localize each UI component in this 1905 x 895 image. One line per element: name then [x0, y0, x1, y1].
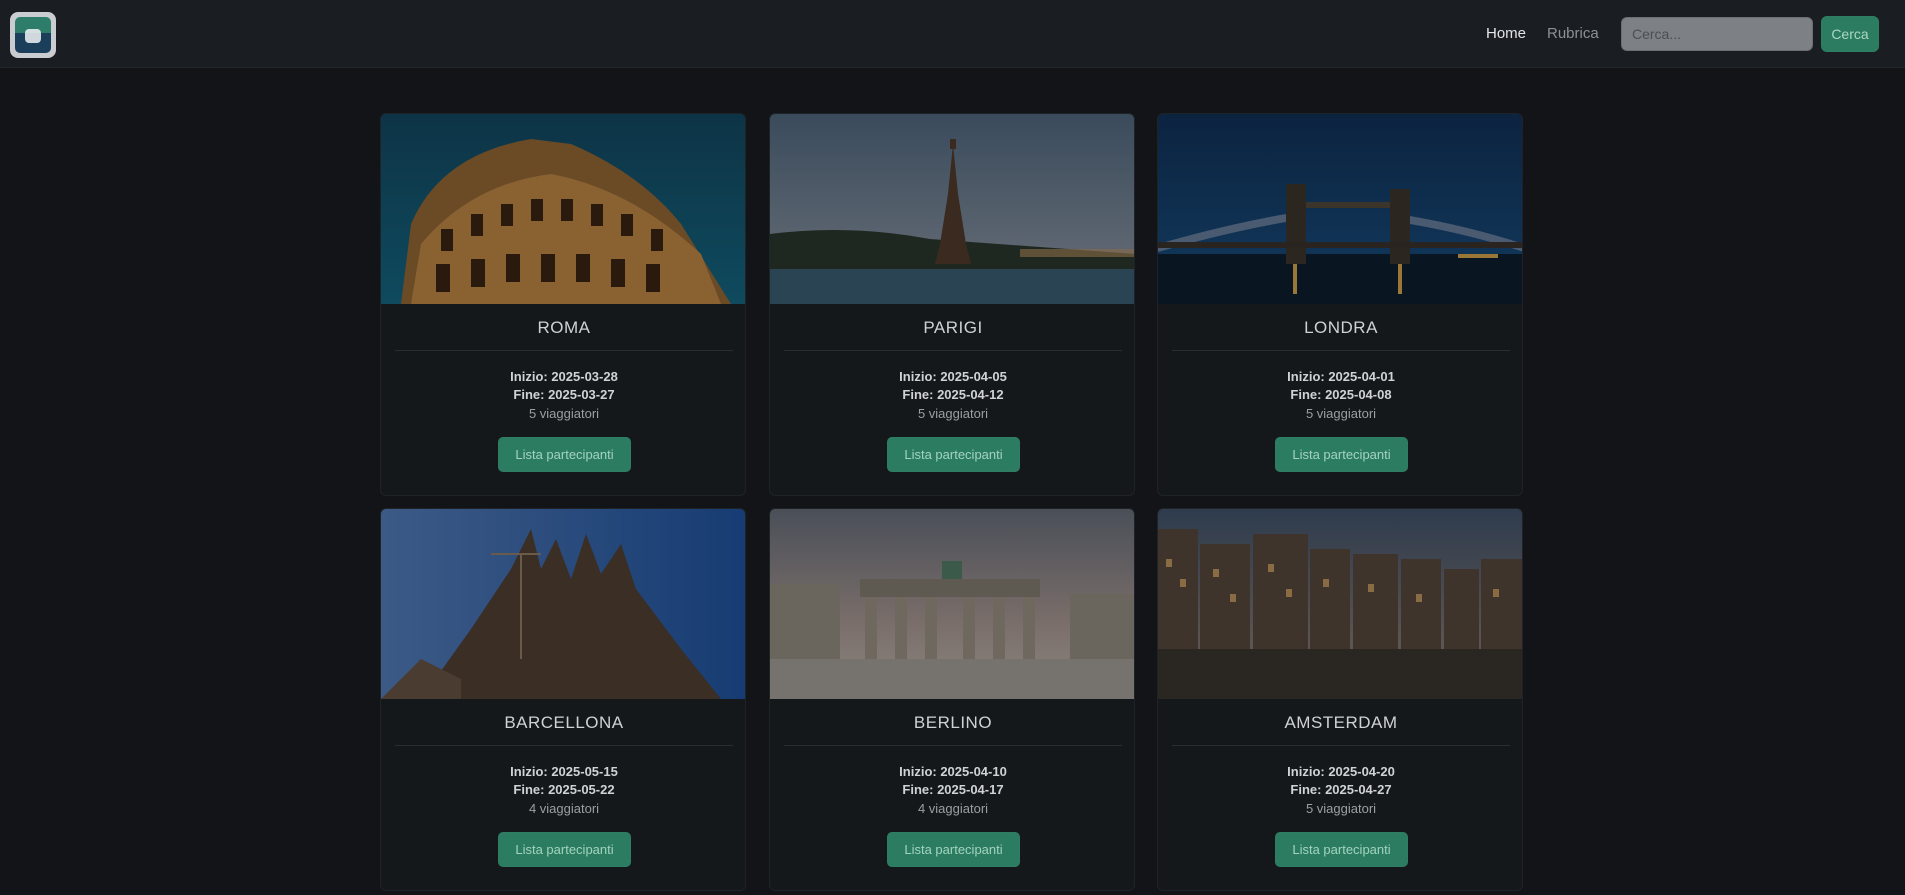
card-end-date: Fine: 2025-04-27 — [1290, 782, 1392, 797]
card-start-date: Inizio: 2025-04-20 — [1287, 764, 1395, 779]
participants-list-button[interactable]: Lista partecipanti — [887, 437, 1020, 472]
card-city-title: AMSTERDAM — [1284, 713, 1398, 732]
participants-list-button[interactable]: Lista partecipanti — [498, 832, 631, 867]
nav-link-rubrica[interactable]: Rubrica — [1547, 25, 1599, 42]
card-divider — [1172, 350, 1510, 351]
trip-card-londra: LONDRA Inizio: 2025-04-01 Fine: 2025-04-… — [1157, 113, 1523, 496]
card-end-date: Fine: 2025-04-17 — [902, 782, 1004, 797]
card-divider — [395, 350, 733, 351]
card-city-title: BARCELLONA — [504, 713, 624, 732]
card-travelers-count: 5 viaggiatori — [528, 406, 600, 421]
sagrada-familia-photo — [381, 509, 745, 699]
card-travelers-count: 5 viaggiatori — [1305, 406, 1377, 421]
colosseum-photo — [381, 114, 745, 304]
trip-card-parigi: PARIGI Inizio: 2025-04-05 Fine: 2025-04-… — [769, 113, 1135, 496]
card-start-date: Inizio: 2025-04-05 — [899, 369, 1007, 384]
participants-list-button[interactable]: Lista partecipanti — [887, 832, 1020, 867]
card-start-date: Inizio: 2025-03-28 — [510, 369, 618, 384]
card-travelers-count: 5 viaggiatori — [917, 406, 989, 421]
card-start-date: Inizio: 2025-05-15 — [510, 764, 618, 779]
card-city-title: ROMA — [537, 318, 591, 337]
app-logo-icon[interactable] — [10, 12, 56, 58]
card-divider — [1172, 745, 1510, 746]
card-end-date: Fine: 2025-03-27 — [513, 387, 615, 402]
card-travelers-count: 4 viaggiatori — [528, 801, 600, 816]
card-city-title: PARIGI — [923, 318, 983, 337]
participants-list-button[interactable]: Lista partecipanti — [498, 437, 631, 472]
search-input[interactable] — [1621, 17, 1813, 51]
trip-card-roma: ROMA Inizio: 2025-03-28 Fine: 2025-03-27… — [380, 113, 746, 496]
card-start-date: Inizio: 2025-04-01 — [1287, 369, 1395, 384]
card-city-title: LONDRA — [1304, 318, 1378, 337]
trip-card-amsterdam: AMSTERDAM Inizio: 2025-04-20 Fine: 2025-… — [1157, 508, 1523, 891]
participants-list-button[interactable]: Lista partecipanti — [1275, 832, 1408, 867]
amsterdam-canal-photo — [1158, 509, 1522, 699]
tower-bridge-photo — [1158, 114, 1522, 304]
card-end-date: Fine: 2025-05-22 — [513, 782, 615, 797]
card-end-date: Fine: 2025-04-08 — [1290, 387, 1392, 402]
card-start-date: Inizio: 2025-04-10 — [899, 764, 1007, 779]
trip-card-berlino: BERLINO Inizio: 2025-04-10 Fine: 2025-04… — [769, 508, 1135, 891]
card-travelers-count: 4 viaggiatori — [917, 801, 989, 816]
card-divider — [784, 350, 1122, 351]
card-divider — [395, 745, 733, 746]
nav-link-home[interactable]: Home — [1486, 25, 1526, 42]
card-end-date: Fine: 2025-04-12 — [902, 387, 1004, 402]
top-navbar: Home Rubrica Cerca — [0, 0, 1905, 68]
search-button[interactable]: Cerca — [1821, 16, 1879, 52]
card-city-title: BERLINO — [913, 713, 993, 732]
brandenburg-gate-photo — [770, 509, 1134, 699]
trip-card-barcellona: BARCELLONA Inizio: 2025-05-15 Fine: 2025… — [380, 508, 746, 891]
card-divider — [784, 745, 1122, 746]
card-travelers-count: 5 viaggiatori — [1305, 801, 1377, 816]
participants-list-button[interactable]: Lista partecipanti — [1275, 437, 1408, 472]
eiffel-tower-photo — [770, 114, 1134, 304]
